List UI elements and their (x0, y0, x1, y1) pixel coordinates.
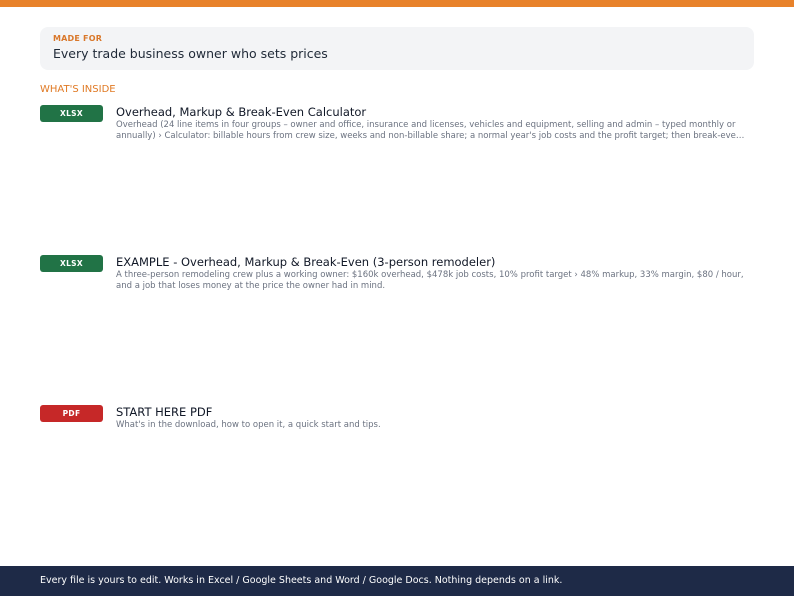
footer-bar: Every file is yours to edit. Works in Ex… (0, 566, 794, 596)
file-item-start-here[interactable]: PDF START HERE PDF What's in the downloa… (40, 405, 754, 445)
footer-text: Every file is yours to edit. Works in Ex… (40, 575, 563, 586)
top-accent-bar (0, 0, 794, 7)
xlsx-badge: XLSX (40, 105, 103, 122)
made-for-box: MADE FOR Every trade business owner who … (40, 27, 754, 70)
file-title[interactable]: EXAMPLE - Overhead, Markup & Break-Even … (116, 255, 754, 270)
xlsx-badge: XLSX (40, 255, 103, 272)
made-for-text: Every trade business owner who sets pric… (53, 46, 328, 61)
file-item-example[interactable]: XLSX EXAMPLE - Overhead, Markup & Break-… (40, 255, 754, 295)
file-description: What's in the download, how to open it, … (116, 420, 381, 430)
file-title[interactable]: Overhead, Markup & Break-Even Calculator (116, 105, 754, 120)
file-title[interactable]: START HERE PDF (116, 405, 754, 420)
file-description: A three-person remodeling crew plus a wo… (116, 270, 744, 291)
pdf-badge: PDF (40, 405, 103, 422)
file-description: Overhead (24 line items in four groups –… (116, 120, 742, 141)
made-for-label: MADE FOR (53, 34, 103, 43)
whats-inside-heading: WHAT'S INSIDE (40, 84, 116, 95)
file-item-calculator[interactable]: XLSX Overhead, Markup & Break-Even Calcu… (40, 105, 754, 145)
